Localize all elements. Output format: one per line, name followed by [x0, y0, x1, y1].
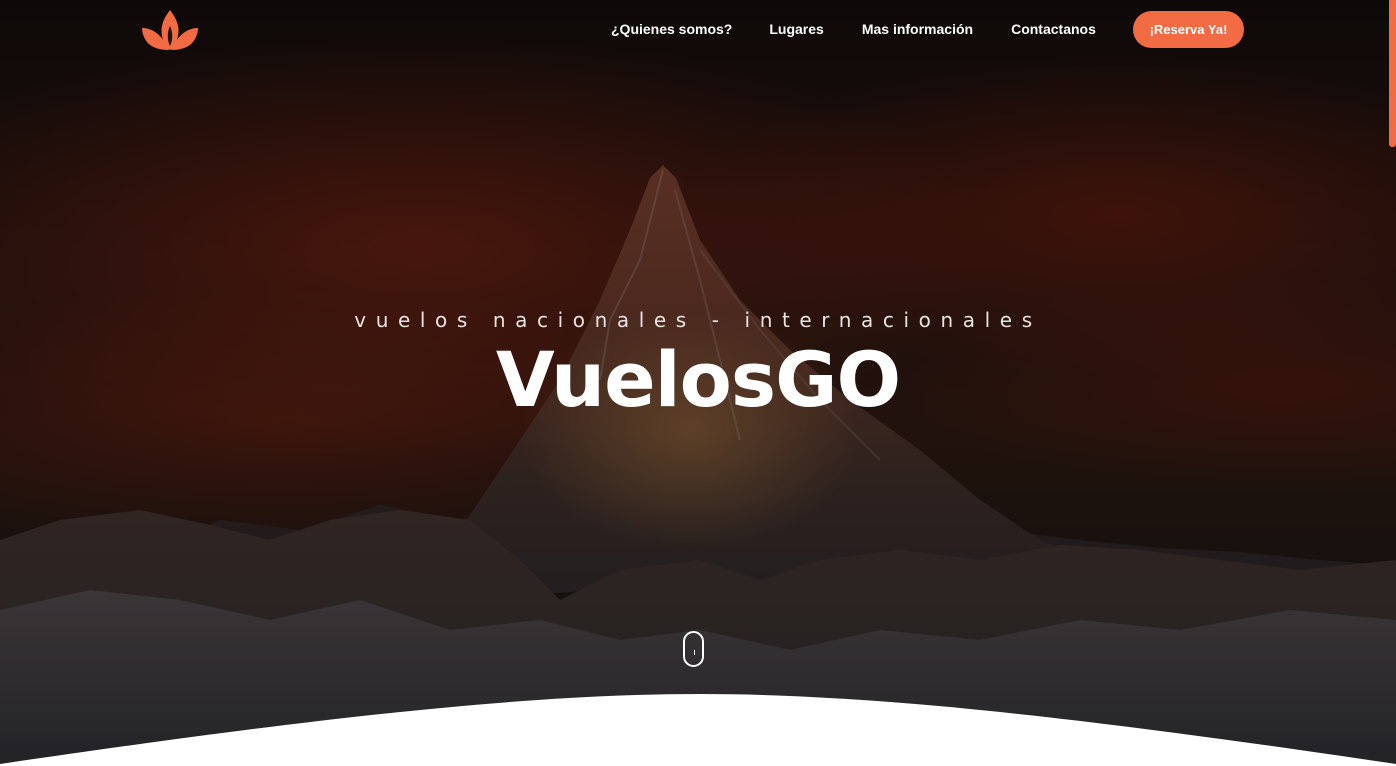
scroll-wheel-dot — [694, 650, 695, 655]
page-scrollbar-thumb[interactable] — [1389, 0, 1396, 147]
mouse-scroll-icon[interactable] — [683, 631, 704, 667]
hero-section: ¿Quienes somos? Lugares Mas información … — [0, 0, 1396, 766]
main-nav: ¿Quienes somos? Lugares Mas información … — [611, 19, 1096, 39]
reserva-ya-button[interactable]: ¡Reserva Ya! — [1133, 11, 1244, 48]
lotus-flame-icon[interactable] — [140, 8, 200, 52]
nav-link-lugares[interactable]: Lugares — [769, 19, 823, 39]
nav-link-mas-informacion[interactable]: Mas información — [862, 19, 973, 39]
hero-subtitle: vuelos nacionales - internacionales — [354, 308, 1042, 332]
nav-link-contactanos[interactable]: Contactanos — [1011, 19, 1096, 39]
nav-link-quienes-somos[interactable]: ¿Quienes somos? — [611, 19, 732, 39]
hero-title: VuelosGO — [495, 335, 901, 424]
